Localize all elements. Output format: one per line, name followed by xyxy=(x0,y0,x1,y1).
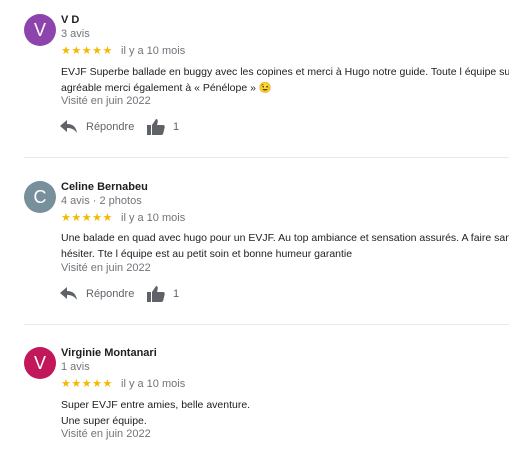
review-text: EVJF Superbe ballade en buggy avec les c… xyxy=(61,64,509,96)
avatar[interactable]: V xyxy=(24,14,56,46)
visit-date: Visité en juin 2022 xyxy=(61,262,151,274)
reply-button[interactable]: Répondre xyxy=(60,283,134,305)
visit-date: Visité en juin 2022 xyxy=(61,428,151,440)
review-time: il y a 10 mois xyxy=(121,378,186,390)
like-count: 1 xyxy=(173,121,180,133)
divider xyxy=(24,324,509,325)
reply-label: Répondre xyxy=(86,121,135,133)
review-time: il y a 10 mois xyxy=(121,212,186,224)
review-text-line: agréable merci également à « Pénélope » … xyxy=(61,82,272,94)
like-button[interactable]: 1 xyxy=(147,116,179,138)
rating-stars: ★★★★★ xyxy=(61,212,113,224)
review-text-line: Une balade en quad avec hugo pour un EVJ… xyxy=(61,232,509,244)
review-text: Super EVJF entre amies, belle aventure. … xyxy=(61,397,509,429)
review-text-line: EVJF Superbe ballade en buggy avec les c… xyxy=(61,66,509,78)
reviewer-meta: 3 avis xyxy=(61,28,90,40)
thumbs-up-icon xyxy=(147,286,165,302)
reviewer-meta: 1 avis xyxy=(61,361,90,373)
divider xyxy=(24,157,509,158)
reviewer-name[interactable]: Virginie Montanari xyxy=(61,347,157,359)
reply-icon xyxy=(60,120,77,133)
reply-button[interactable]: Répondre xyxy=(60,116,134,138)
rating-stars: ★★★★★ xyxy=(61,45,113,57)
reviewer-meta: 4 avis · 2 photos xyxy=(61,195,142,207)
rating-stars: ★★★★★ xyxy=(61,378,113,390)
review-text: Une balade en quad avec hugo pour un EVJ… xyxy=(61,230,509,262)
review-text-line: Une super équipe. xyxy=(61,415,147,427)
review-text-line: Super EVJF entre amies, belle aventure. xyxy=(61,399,251,411)
like-button[interactable]: 1 xyxy=(147,283,179,305)
reviewer-name[interactable]: Celine Bernabeu xyxy=(61,181,148,193)
avatar[interactable]: C xyxy=(24,181,56,213)
like-count: 1 xyxy=(173,288,180,300)
thumbs-up-icon xyxy=(147,119,165,135)
review-text-line: hésiter. Tte l équipe est au petit soin … xyxy=(61,248,353,260)
review-time: il y a 10 mois xyxy=(121,45,186,57)
avatar[interactable]: V xyxy=(24,347,56,379)
reviewer-name[interactable]: V D xyxy=(61,14,79,26)
reply-label: Répondre xyxy=(86,288,135,300)
visit-date: Visité en juin 2022 xyxy=(61,95,151,107)
reply-icon xyxy=(60,287,77,300)
